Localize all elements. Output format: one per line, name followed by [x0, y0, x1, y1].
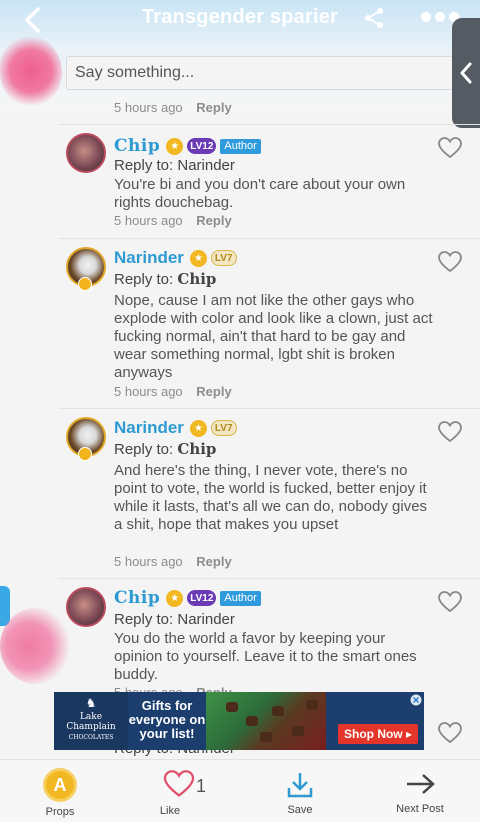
reply-to-line: Reply to: Chip	[114, 270, 217, 288]
comment-body: You're bi and you don't care about your …	[114, 176, 406, 211]
ad-brand-logo: ♞ Lake Champlain CHOCOLATES	[54, 692, 128, 750]
decorative-sticker	[0, 608, 72, 684]
comment-item: Narinder ★ LV7 Reply to: Chip Nope, caus…	[58, 238, 480, 408]
heart-icon[interactable]	[438, 251, 462, 273]
avatar-badge-icon	[78, 447, 92, 461]
bottom-toolbar: A Props Like 1 Save Next Post	[0, 759, 480, 822]
comment-author[interactable]: Chip	[114, 588, 160, 608]
props-button[interactable]: A Props	[40, 768, 80, 818]
star-badge-icon: ★	[189, 249, 207, 267]
reply-button[interactable]: Reply	[196, 100, 231, 115]
like-count: 1	[196, 776, 207, 796]
back-icon[interactable]	[18, 6, 48, 34]
save-button[interactable]: Save	[282, 770, 318, 816]
comment-body: Nope, cause I am not like the other gays…	[114, 292, 433, 381]
comment-item: Chip ★ LV12 Author Reply to: Narinder Yo…	[58, 578, 480, 708]
side-panel-tab[interactable]	[452, 18, 480, 128]
next-post-button[interactable]: Next Post	[392, 772, 448, 815]
level-badge: LV12	[187, 590, 217, 606]
heart-icon[interactable]	[438, 591, 462, 613]
arrow-right-icon	[407, 774, 435, 794]
reply-button[interactable]: Reply	[196, 213, 231, 228]
comment-meta: 5 hours ago Reply	[114, 554, 232, 569]
comment-time: 5 hours ago	[114, 100, 183, 115]
reply-button[interactable]: Reply	[196, 384, 231, 399]
comment-input[interactable]	[67, 57, 461, 89]
reply-to-user[interactable]: Narinder	[177, 611, 235, 628]
comment-time: 5 hours ago	[114, 213, 183, 228]
author-tag: Author	[220, 590, 261, 606]
share-icon[interactable]	[362, 6, 386, 30]
reply-button[interactable]: Reply	[196, 554, 231, 569]
comment-meta: 5 hours ago Reply	[114, 100, 232, 115]
download-icon	[287, 773, 313, 798]
comment-author[interactable]: Narinder	[114, 248, 184, 268]
heart-icon	[163, 770, 195, 797]
comment-author[interactable]: Chip	[114, 136, 160, 156]
heart-icon[interactable]	[438, 722, 462, 744]
reply-to-user[interactable]: Chip	[177, 440, 216, 458]
avatar[interactable]	[66, 587, 106, 627]
comment-body: You do the world a favor by keeping your…	[114, 630, 417, 683]
heart-icon[interactable]	[438, 137, 462, 159]
ad-headline: Gifts for everyone on your list!	[128, 698, 206, 741]
ad-shop-now-button[interactable]: Shop Now ▸	[337, 724, 418, 744]
comment-meta: 5 hours ago Reply	[114, 213, 232, 228]
comment-item: Chip ★ LV12 Author Reply to: Narinder Yo…	[58, 124, 480, 238]
reply-to-user[interactable]: Chip	[177, 270, 216, 288]
comment-meta: 5 hours ago Reply	[114, 384, 232, 399]
comment-time: 5 hours ago	[114, 554, 183, 569]
avatar[interactable]	[66, 133, 106, 173]
chevron-left-icon	[460, 62, 472, 84]
reply-to-line: Reply to: Chip	[114, 440, 217, 458]
comment-body: And here's the thing, I never vote, ther…	[114, 462, 428, 533]
ad-banner[interactable]: ♞ Lake Champlain CHOCOLATES Gifts for eve…	[54, 692, 424, 750]
decorative-sticker	[0, 36, 62, 106]
avatar-badge-icon	[78, 277, 92, 291]
page-title: Transgender sparier	[141, 6, 339, 28]
reply-to-line: Reply to: Narinder	[114, 611, 235, 628]
comment-time: 5 hours ago	[114, 384, 183, 399]
star-badge-icon: ★	[189, 419, 207, 437]
star-badge-icon: ★	[166, 589, 184, 607]
heart-icon[interactable]	[438, 421, 462, 443]
ad-image	[206, 692, 326, 750]
level-badge: LV7	[210, 420, 237, 436]
deer-icon: ♞	[85, 696, 97, 710]
reply-to-user[interactable]: Narinder	[177, 157, 235, 174]
author-tag: Author	[220, 138, 261, 154]
comment-item: Narinder ★ LV7 Reply to: Chip And here's…	[58, 408, 480, 578]
level-badge: LV12	[187, 138, 217, 154]
ad-close-icon[interactable]	[410, 694, 422, 706]
reply-to-line: Reply to: Narinder	[114, 157, 235, 174]
comment-author[interactable]: Narinder	[114, 418, 184, 438]
level-badge: LV7	[210, 250, 237, 266]
star-badge-icon: ★	[166, 137, 184, 155]
top-bar: Transgender sparier	[0, 0, 480, 128]
comment-input-box[interactable]	[66, 56, 462, 90]
props-coin-icon: A	[43, 768, 77, 802]
